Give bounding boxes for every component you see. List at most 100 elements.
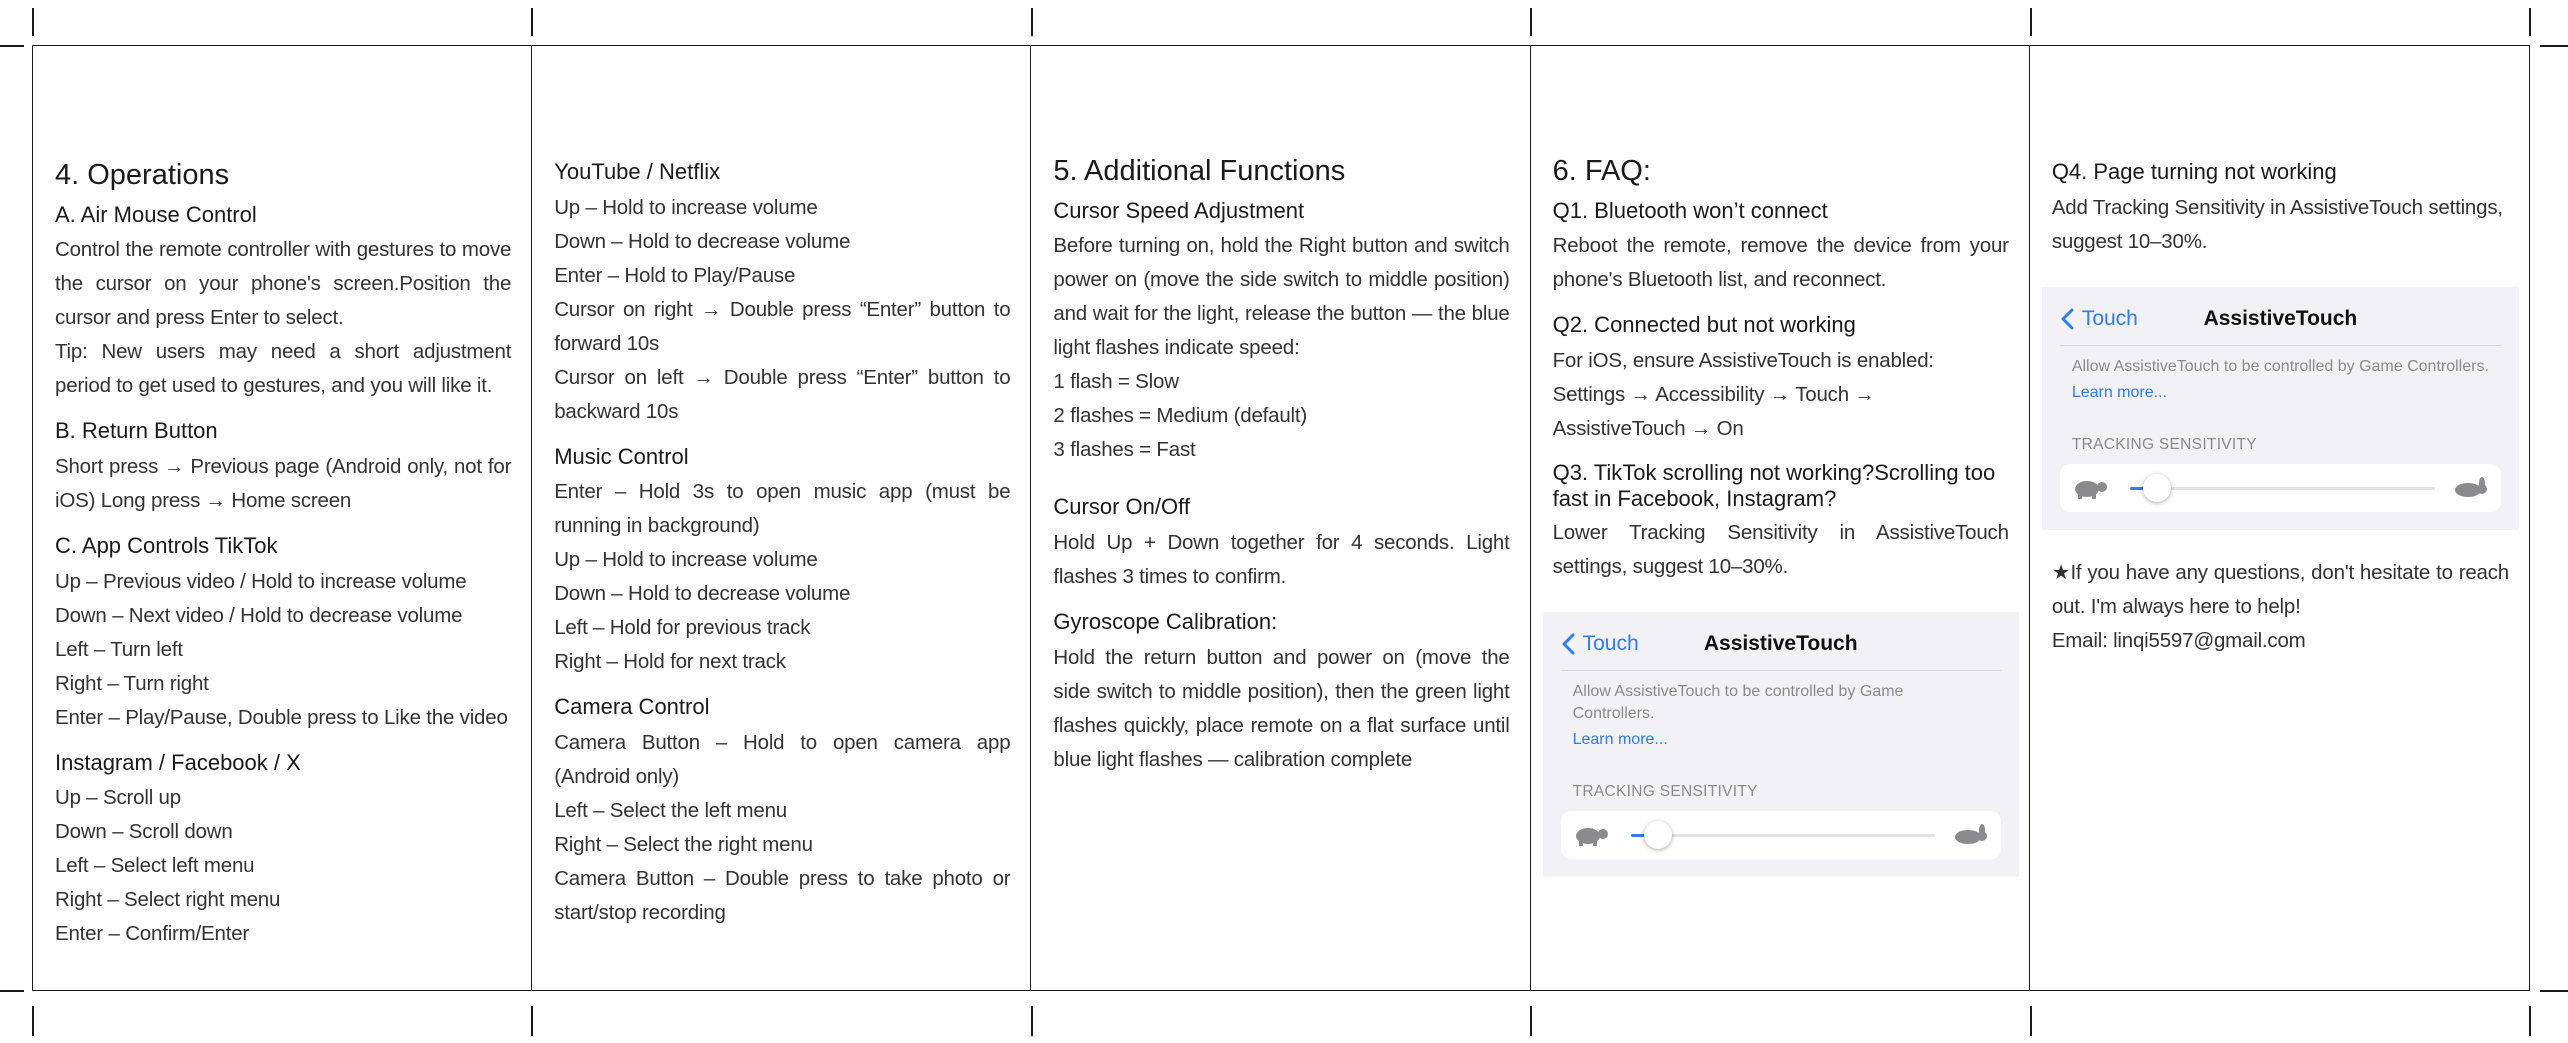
list-item: Camera Button – Double press to take pho…: [554, 866, 1011, 924]
subheading: Cursor On/Off: [1053, 494, 1190, 520]
crop-mark: [531, 8, 533, 36]
crop-mark: [1530, 8, 1532, 36]
list-item: 3 flashes = Fast: [1053, 438, 1196, 462]
slider-knob[interactable]: [2143, 473, 2172, 502]
list-item: Left – Hold for previous track: [554, 616, 811, 640]
subheading: Instagram / Facebook / X: [55, 749, 301, 775]
tracking-sensitivity-slider[interactable]: [2059, 463, 2502, 512]
crop-mark: [2030, 1006, 2032, 1036]
list-item: Right – Select the right menu: [554, 832, 813, 856]
section-title: 6. FAQ:: [1552, 155, 1651, 187]
subheading: Music Control: [554, 443, 689, 469]
learn-more-link[interactable]: Learn more...: [2072, 384, 2489, 402]
panel-faq-continued: Q4. Page turning not working Add Trackin…: [2030, 46, 2529, 990]
back-button[interactable]: Touch: [2060, 307, 2138, 331]
game-controller-note: Allow AssistiveTouch to be controlled by…: [1572, 682, 1904, 722]
crop-mark: [32, 1006, 34, 1036]
crop-mark: [2529, 1006, 2531, 1036]
crop-mark: [1031, 1006, 1033, 1036]
contact-email[interactable]: Email: linqi5597@gmail.com: [2052, 624, 2509, 658]
crop-mark: [0, 990, 24, 992]
list-item: 1 flash = Slow: [1053, 370, 1179, 394]
learn-more-link[interactable]: Learn more...: [1573, 731, 1989, 749]
paragraph: Short press → Previous page (Android onl…: [55, 454, 512, 512]
hare-icon: [1954, 823, 1987, 844]
screen-title: AssistiveTouch: [1703, 631, 1858, 655]
faq-answer: Add Tracking Sensitivity in AssistiveTou…: [2051, 195, 2503, 253]
list-item: Enter – Hold to Play/Pause: [554, 263, 796, 287]
subheading: C. App Controls TikTok: [55, 532, 278, 558]
slider-track[interactable]: [2129, 486, 2436, 490]
manual-frame: 4. Operations A. Air Mouse Control Contr…: [32, 45, 2530, 991]
screen-title: AssistiveTouch: [2203, 306, 2358, 330]
list-item: Up – Scroll up: [55, 786, 181, 810]
faq-question: Q4. Page turning not working: [2051, 159, 2337, 184]
list-item: Enter – Hold 3s to open music app (must …: [554, 480, 1011, 538]
paragraph: Before turning on, hold the Right button…: [1053, 234, 1510, 360]
list-item: Left – Select left menu: [55, 854, 255, 878]
panel-app-controls: YouTube / Netflix Up – Hold to increase …: [532, 46, 1032, 990]
crop-mark: [1031, 8, 1033, 36]
list-item: Right – Select right menu: [55, 888, 281, 912]
divider: [1560, 669, 2001, 671]
subheading: Camera Control: [554, 694, 710, 720]
list-item: Camera Button – Hold to open camera app …: [554, 730, 1011, 788]
game-controller-note: Allow AssistiveTouch to be controlled by…: [2071, 357, 2489, 375]
panel-faq: 6. FAQ: Q1. Bluetooth won’t connect Rebo…: [1531, 46, 2030, 990]
list-item: 2 flashes = Medium (default): [1053, 404, 1308, 428]
subheading: Gyroscope Calibration:: [1053, 608, 1278, 634]
subheading: A. Air Mouse Control: [55, 201, 257, 227]
tracking-sensitivity-slider[interactable]: [1560, 810, 2001, 859]
turtle-icon: [2074, 480, 2107, 499]
faq-question: Q3. TikTok scrolling not working?Scrolli…: [1552, 459, 1996, 511]
subheading: B. Return Button: [55, 418, 218, 444]
list-item: Up – Hold to increase volume: [554, 195, 818, 219]
subheading: YouTube / Netflix: [554, 159, 721, 184]
slider-track[interactable]: [1630, 833, 1935, 837]
list-item: Down – Scroll down: [55, 820, 233, 844]
slider-knob[interactable]: [1643, 820, 1672, 849]
chevron-left-icon: [2061, 308, 2074, 330]
list-item: Enter – Play/Pause, Double press to Like…: [55, 705, 508, 729]
subheading: Cursor Speed Adjustment: [1053, 197, 1305, 223]
paragraph: Control the remote controller with gestu…: [55, 238, 512, 330]
list-item: Up – Previous video / Hold to increase v…: [55, 569, 467, 593]
panel-additional-functions: 5. Additional Functions Cursor Speed Adj…: [1031, 46, 1531, 990]
panel-operations: 4. Operations A. Air Mouse Control Contr…: [33, 46, 533, 990]
list-item: Right – Hold for next track: [554, 650, 786, 674]
faq-answer: For iOS, ensure AssistiveTouch is enable…: [1552, 348, 1934, 440]
list-item: Cursor on left → Double press “Enter” bu…: [554, 365, 1011, 423]
contact-message: ★If you have any questions, don't hesita…: [2051, 560, 2510, 618]
faq-answer: Lower Tracking Sensitivity in AssistiveT…: [1552, 520, 2009, 578]
faq-answer: Reboot the remote, remove the device fro…: [1552, 234, 2009, 292]
chevron-left-icon: [1562, 633, 1575, 655]
back-label: Touch: [1582, 631, 1639, 655]
list-item: Down – Next video / Hold to decrease vol…: [55, 603, 463, 627]
paragraph: Hold the return button and power on (mov…: [1053, 645, 1510, 771]
hare-icon: [2455, 476, 2488, 497]
paragraph: Tip: New users may need a short adjustme…: [55, 340, 512, 398]
contact-block: ★If you have any questions, don't hesita…: [2052, 556, 2509, 658]
section-title: 4. Operations: [55, 159, 230, 191]
section-title: 5. Additional Functions: [1053, 155, 1346, 187]
crop-mark: [2529, 8, 2531, 36]
list-item: Down – Hold to decrease volume: [554, 229, 851, 253]
ios-nav-bar: Touch AssistiveTouch: [1561, 622, 2001, 666]
crop-mark: [0, 45, 24, 47]
faq-question: Q2. Connected but not working: [1552, 312, 1856, 338]
divider: [2059, 344, 2502, 346]
paragraph: Hold Up + Down together for 4 seconds. L…: [1053, 530, 1510, 588]
turtle-icon: [1575, 827, 1608, 846]
list-item: Up – Hold to increase volume: [554, 548, 818, 572]
back-button[interactable]: Touch: [1561, 632, 1639, 656]
faq-question: Q1. Bluetooth won’t connect: [1552, 197, 1828, 223]
list-item: Enter – Confirm/Enter: [55, 922, 250, 946]
list-item: Right – Turn right: [55, 671, 209, 695]
crop-mark: [1530, 1006, 1532, 1036]
list-item: Cursor on right → Double press “Enter” b…: [554, 297, 1011, 355]
list-item: Down – Hold to decrease volume: [554, 582, 851, 606]
assistivetouch-screenshot: Touch AssistiveTouch Allow AssistiveTouc…: [2041, 286, 2520, 530]
back-label: Touch: [2081, 306, 2138, 330]
crop-mark: [2540, 45, 2568, 47]
list-item: Left – Select the left menu: [554, 798, 787, 822]
